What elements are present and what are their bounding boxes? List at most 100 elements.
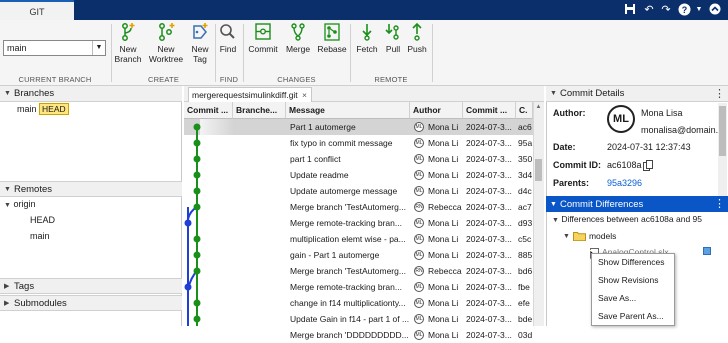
table-row[interactable]: change in f14 multiplicationty... ML Mona …	[184, 295, 532, 311]
table-row[interactable]: fix typo in commit message ML Mona Li 2024-…	[184, 135, 532, 151]
column-header-commit-id[interactable]: C.	[516, 102, 533, 119]
expand-arrow-icon[interactable]: ▶	[4, 299, 14, 307]
tag-icon	[193, 23, 208, 39]
branch-item-main[interactable]: main HEAD	[17, 103, 69, 115]
tree-folder-models[interactable]: ▼ models	[563, 231, 616, 241]
menu-item-save-parent-as[interactable]: Save Parent As...	[598, 311, 664, 321]
commit-date: 2024-07-3...	[466, 170, 512, 180]
collapse-arrow-icon[interactable]: ▼	[4, 90, 14, 97]
remotes-panel-header[interactable]: ▼ Remotes	[0, 181, 182, 197]
details-scrollbar-thumb[interactable]	[719, 106, 726, 156]
commit-differences-title: Commit Differences	[560, 198, 644, 210]
more-options-icon[interactable]: ⋮	[714, 87, 725, 100]
commit-differences-header[interactable]: ▼ Commit Differences	[546, 196, 728, 212]
collapse-arrow-icon[interactable]: ▼	[550, 90, 560, 97]
commit-id: d4c	[518, 186, 532, 196]
more-options-icon[interactable]: ⋮	[714, 197, 725, 210]
parents-link[interactable]: 95a3296	[607, 178, 642, 186]
new-branch-button[interactable]: New Branch	[113, 22, 143, 64]
avatar: ML	[414, 218, 424, 228]
commit-node	[193, 267, 201, 275]
tab-git[interactable]: GIT	[0, 0, 74, 21]
collapse-arrow-icon[interactable]: ▼	[4, 186, 14, 193]
expand-arrow-icon[interactable]: ▼	[563, 233, 570, 240]
commit-list-scrollbar[interactable]	[533, 102, 544, 326]
commit-date: 2024-07-3...	[466, 314, 512, 324]
expand-arrow-icon[interactable]: ▼	[552, 217, 559, 224]
find-button[interactable]: Find	[217, 22, 239, 54]
column-header-commit[interactable]: Commit ...	[184, 102, 233, 119]
column-header-commit-date[interactable]: Commit ...	[463, 102, 516, 119]
commit-author: Mona Li	[428, 234, 459, 244]
current-branch-dropdown[interactable]: main ▼	[3, 40, 106, 56]
tags-panel-header[interactable]: ▶ Tags	[0, 278, 182, 294]
head-badge: HEAD	[39, 103, 69, 115]
rebase-button[interactable]: Rebase	[316, 22, 348, 54]
new-tag-button[interactable]: New Tag	[187, 22, 213, 64]
remote-branch-main[interactable]: main	[30, 231, 50, 241]
remote-branch-head[interactable]: HEAD	[30, 215, 55, 225]
close-icon[interactable]: ×	[302, 90, 307, 100]
menu-item-show-differences[interactable]: Show Differences	[598, 257, 664, 267]
push-button[interactable]: Push	[405, 22, 429, 54]
help-dropdown-icon[interactable]: ▼	[692, 3, 706, 17]
table-row[interactable]: Update automerge message ML Mona Li 2024-07…	[184, 183, 532, 199]
save-icon[interactable]	[623, 3, 637, 17]
table-row[interactable]: Update Gain in f14 - part 1 of ... ML Mona…	[184, 311, 532, 327]
avatar: ML	[414, 154, 424, 164]
copy-icon[interactable]	[643, 160, 653, 173]
table-row[interactable]: gain - Part 1 automerge ML Mona Li 2024-07-…	[184, 247, 532, 263]
avatar: ML	[414, 186, 424, 196]
collapse-toolstrip-icon[interactable]	[708, 3, 722, 17]
undo-icon[interactable]: ↶	[642, 3, 656, 17]
submodules-panel-header[interactable]: ▶ Submodules	[0, 295, 182, 311]
fetch-button[interactable]: Fetch	[354, 22, 380, 54]
commit-node	[184, 219, 192, 227]
avatar: ML	[414, 314, 424, 324]
column-header-branches[interactable]: Branche...	[233, 102, 286, 119]
avatar: ML	[414, 298, 424, 308]
new-worktree-button[interactable]: New Worktree	[148, 22, 184, 64]
chevron-down-icon[interactable]: ▼	[92, 41, 105, 55]
commit-date: 2024-07-3...	[466, 266, 512, 276]
commit-message: part 1 conflict	[290, 154, 341, 164]
commit-node	[193, 203, 201, 211]
table-row[interactable]: Merge remote-tracking bran... ML Mona Li 20…	[184, 215, 532, 231]
scrollbar-thumb[interactable]	[535, 159, 542, 181]
table-row[interactable]: Merge branch 'TestAutomerg... RN Rebecca 20…	[184, 263, 532, 279]
column-header-message[interactable]: Message	[286, 102, 410, 119]
branches-panel-header[interactable]: ▼ Branches	[0, 86, 182, 102]
table-row[interactable]: Update readme ML Mona Li 2024-07-3... 3d4	[184, 167, 532, 183]
expand-arrow-icon[interactable]: ▶	[4, 282, 14, 290]
table-row[interactable]: Part 1 automerge ML Mona Li 2024-07-3... ac6	[184, 119, 532, 135]
menu-item-save-as[interactable]: Save As...	[598, 293, 636, 303]
differences-summary[interactable]: ▼ Differences between ac6108a and 95	[552, 214, 728, 224]
commit-details-header[interactable]: ▼ Commit Details	[546, 86, 728, 102]
table-row[interactable]: Merge branch 'TestAutomerg... RN Rebecca 20…	[184, 199, 532, 215]
commit-message: multiplication elemt wise - pa...	[290, 234, 406, 244]
remote-origin[interactable]: ▼ origin	[4, 199, 35, 209]
folder-icon	[572, 232, 586, 241]
svg-text:?: ?	[681, 5, 687, 15]
commit-button[interactable]: Commit	[246, 22, 280, 54]
expand-arrow-icon[interactable]: ▼	[4, 202, 11, 209]
redo-icon[interactable]: ↷	[659, 3, 673, 17]
scroll-up-icon[interactable]: ▲	[535, 104, 542, 112]
help-icon[interactable]: ?	[677, 3, 691, 17]
table-row[interactable]: Merge branch 'DDDDDDDDD... ML Mona Li 2024-…	[184, 327, 532, 343]
table-row[interactable]: Merge remote-tracking bran... ML Mona Li 20…	[184, 279, 532, 295]
menu-item-show-revisions[interactable]: Show Revisions	[598, 275, 658, 285]
pull-button[interactable]: Pull	[381, 22, 405, 54]
commit-details-title: Commit Details	[560, 88, 625, 99]
toolstrip-divider	[243, 24, 244, 82]
new-worktree-icon	[159, 23, 175, 41]
table-row[interactable]: multiplication elemt wise - pa... ML Mona …	[184, 231, 532, 247]
tab-repository[interactable]: mergerequestsimulinkdiff.git ×	[188, 87, 312, 102]
collapse-arrow-icon[interactable]: ▼	[550, 201, 560, 208]
commit-message: fix typo in commit message	[290, 138, 393, 148]
new-tag-label-2: Tag	[193, 54, 207, 64]
column-header-author[interactable]: Author	[410, 102, 463, 119]
merge-button[interactable]: Merge	[283, 22, 313, 54]
table-row[interactable]: part 1 conflict ML Mona Li 2024-07-3... 350	[184, 151, 532, 167]
tab-git-label: GIT	[29, 6, 45, 17]
